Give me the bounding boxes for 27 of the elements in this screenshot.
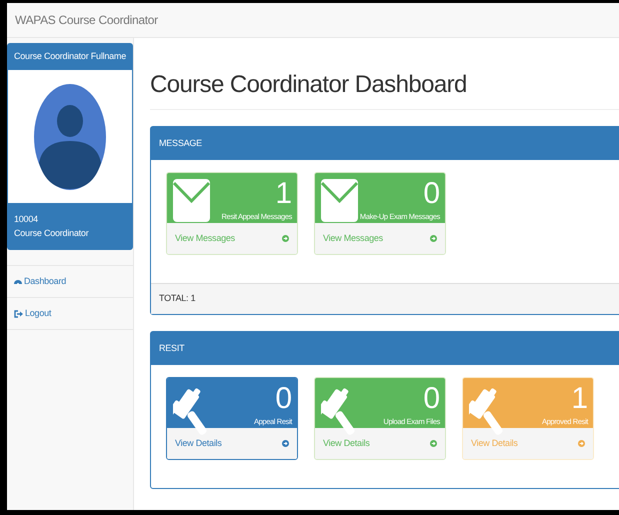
brand-title[interactable]: WAPAS Course Coordinator <box>15 11 158 29</box>
sidebar-item[interactable]: Dashboard <box>7 266 133 298</box>
view-link[interactable]: View Messages <box>315 223 445 254</box>
profile-name: Course Coordinator Fullname <box>14 50 126 64</box>
arrow-circle-icon <box>430 235 437 242</box>
user-role: Course Coordinator <box>14 227 90 240</box>
stat-count: 0 <box>275 384 292 414</box>
sidebar-item[interactable]: Logout <box>7 298 133 330</box>
avatar-icon <box>33 82 107 190</box>
arrow-circle-icon <box>430 440 437 447</box>
arrow-circle-icon <box>282 440 289 447</box>
panel-title: RESIT <box>159 342 184 355</box>
total-text: TOTAL: 1 <box>159 292 196 306</box>
arrow-circle-icon <box>282 235 289 242</box>
logout-icon <box>14 310 23 318</box>
stat-count: 0 <box>423 179 440 209</box>
view-link[interactable]: View Messages <box>167 223 297 254</box>
arrow-circle-icon <box>578 440 585 447</box>
page-title: Course Coordinator Dashboard <box>150 70 468 100</box>
stat-count: 1 <box>275 179 292 209</box>
stat-count: 1 <box>571 384 588 414</box>
panel-title: MESSAGE <box>159 136 202 150</box>
dashboard-icon <box>14 278 22 285</box>
user-id: 10004 <box>14 213 39 226</box>
view-link[interactable]: View Details <box>167 428 297 459</box>
view-link[interactable]: View Details <box>315 428 445 459</box>
stat-count: 0 <box>423 384 440 414</box>
